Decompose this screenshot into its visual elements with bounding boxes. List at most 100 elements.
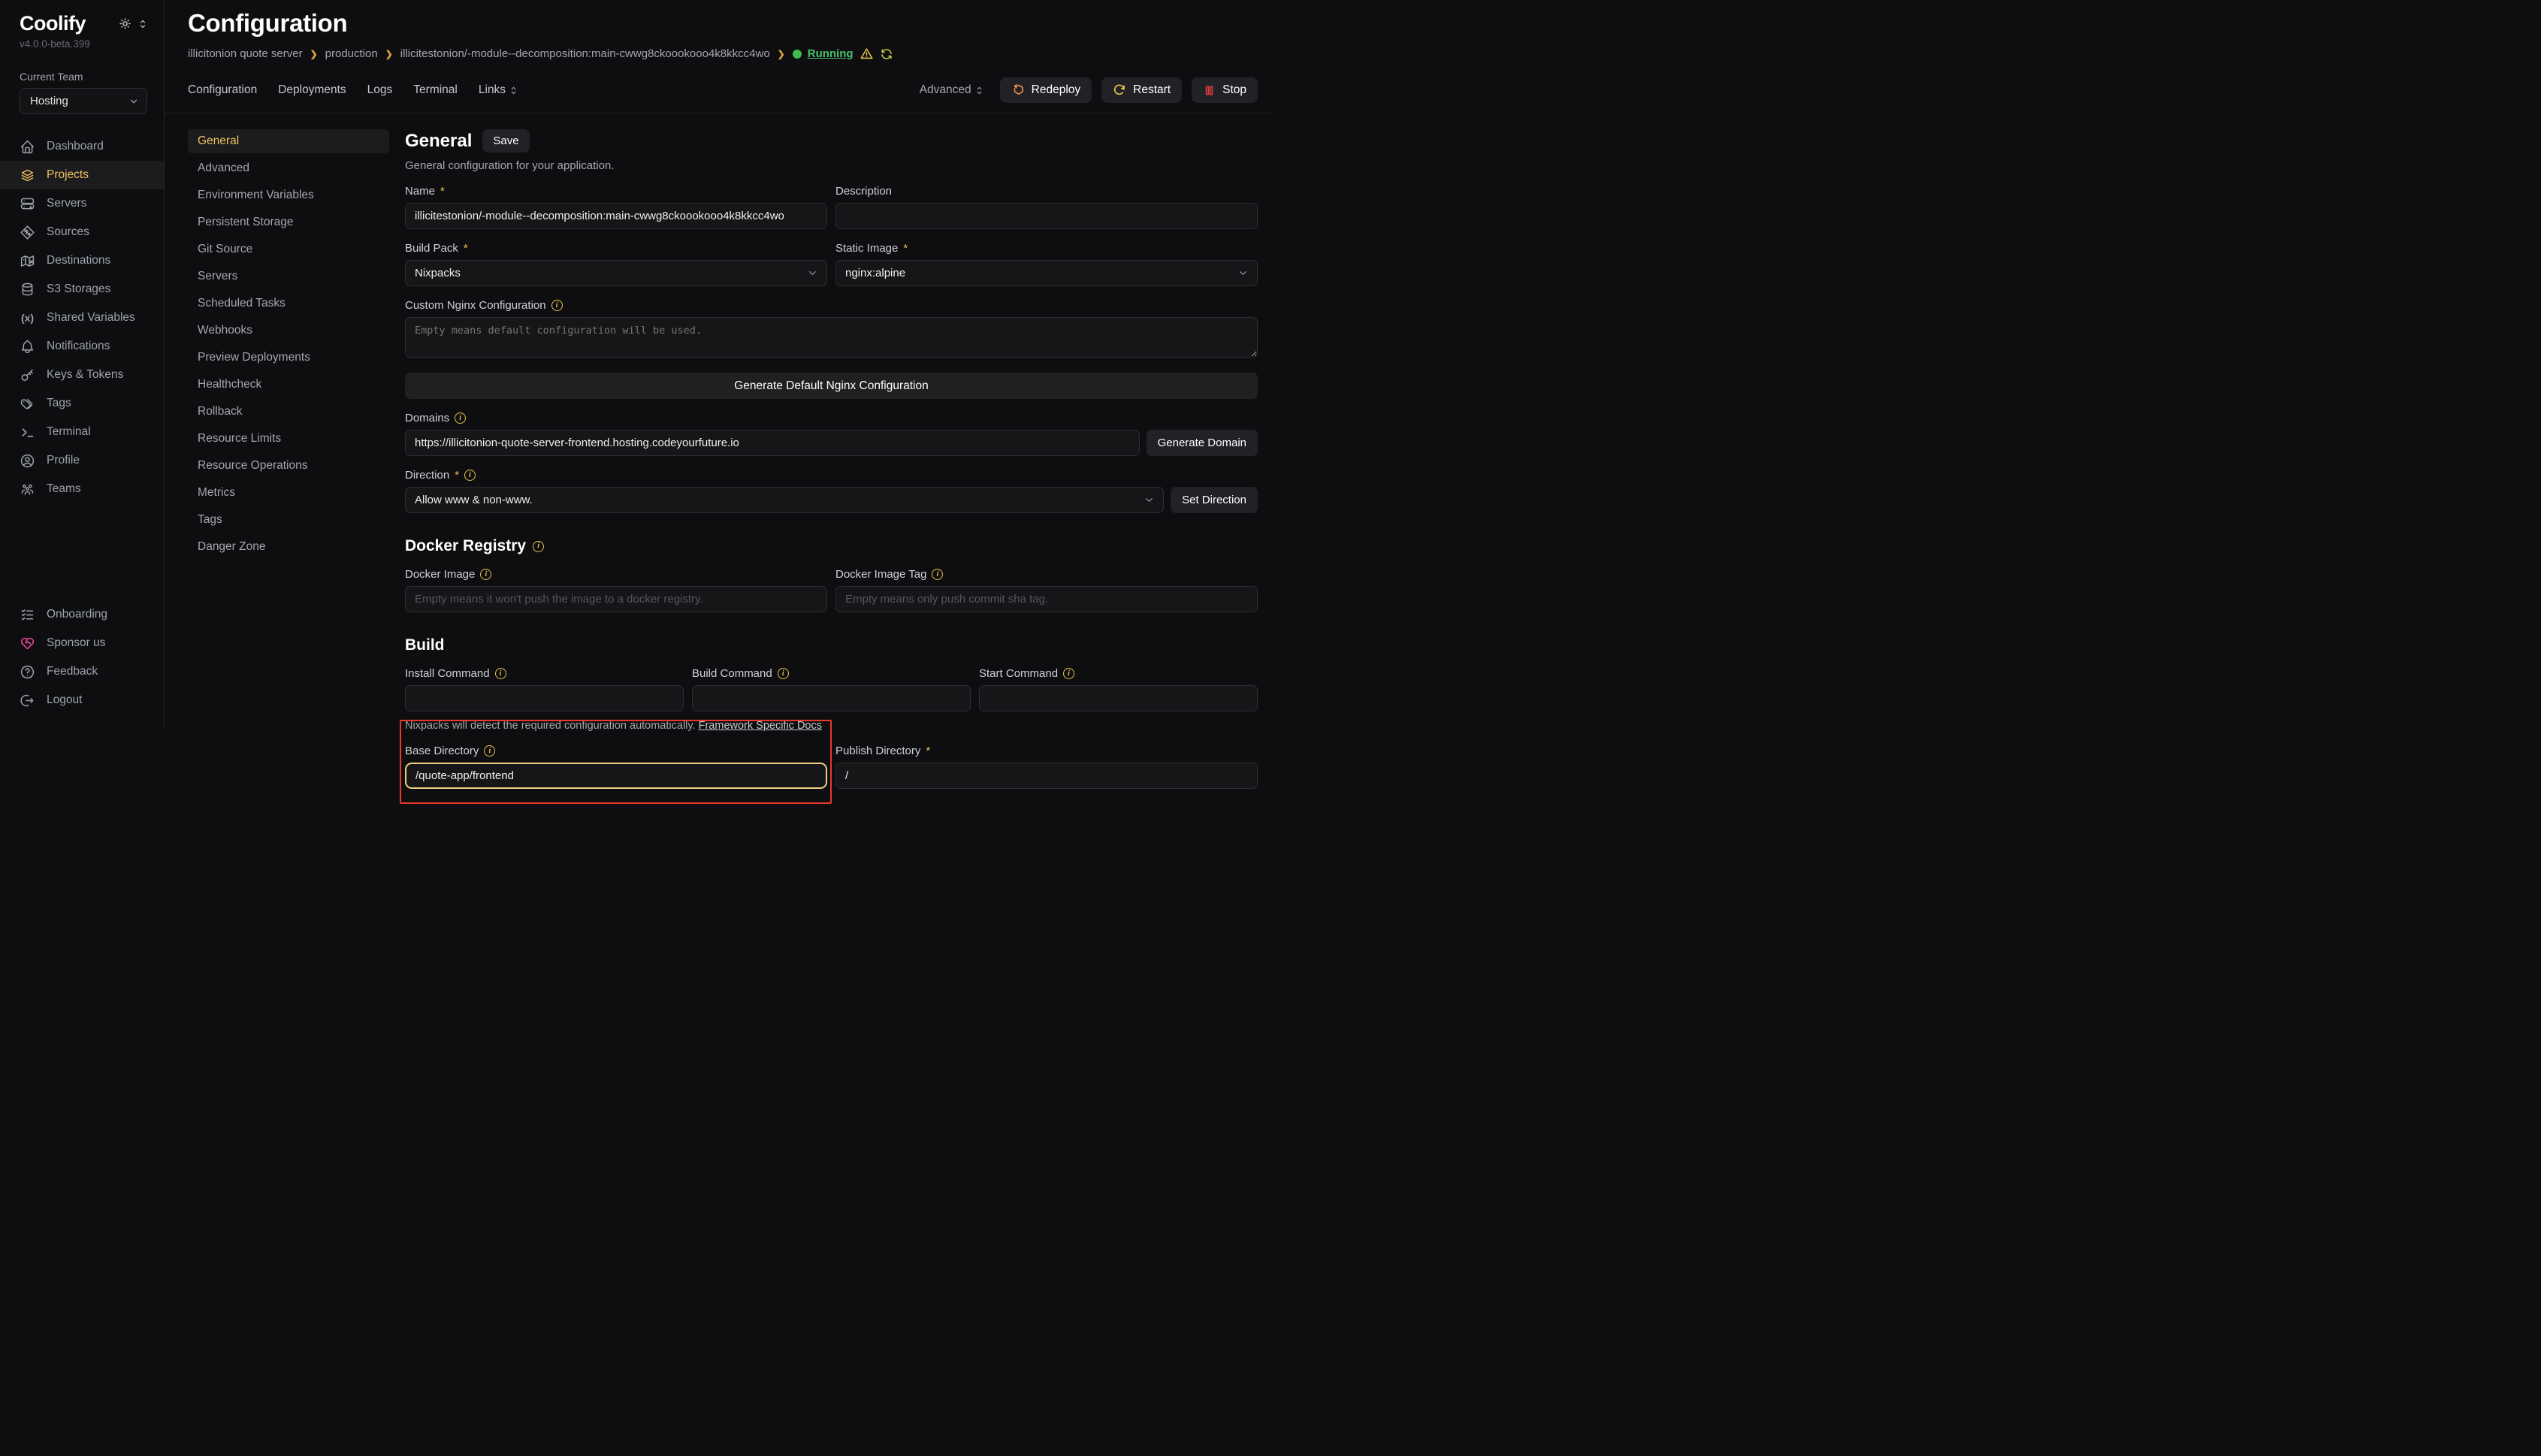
sidebar-item-projects[interactable]: Projects: [0, 161, 164, 189]
pause-icon: [1203, 84, 1216, 97]
info-icon: i: [778, 668, 789, 679]
custom-nginx-textarea[interactable]: [405, 317, 1258, 358]
tab-terminal[interactable]: Terminal: [413, 83, 458, 97]
required-asterisk: *: [455, 469, 459, 482]
sidebar-item-sources[interactable]: Sources: [0, 218, 164, 246]
subnav-preview-deployments[interactable]: Preview Deployments: [188, 346, 389, 370]
set-direction-button[interactable]: Set Direction: [1171, 487, 1258, 513]
stop-button[interactable]: Stop: [1192, 77, 1258, 103]
breadcrumb-separator-icon: ❯: [385, 49, 393, 59]
save-button[interactable]: Save: [482, 129, 529, 153]
name-input[interactable]: [405, 203, 827, 229]
docker-registry-title: Docker Registryi: [405, 537, 1258, 555]
sidebar-item-notifications[interactable]: Notifications: [0, 332, 164, 361]
redeploy-icon: [1011, 83, 1025, 97]
sidebar: Coolify v4.0.0-beta.399 Current Team Hos…: [0, 0, 165, 728]
breadcrumb-separator-icon: ❯: [778, 49, 785, 59]
subnav-general[interactable]: General: [188, 129, 389, 153]
chevron-down-icon: [128, 96, 139, 107]
breadcrumb-application[interactable]: illicitestonion/-module--decomposition:m…: [400, 47, 770, 60]
subnav-danger-zone[interactable]: Danger Zone: [188, 535, 389, 559]
subnav-servers[interactable]: Servers: [188, 264, 389, 288]
tab-links[interactable]: Links: [479, 83, 518, 97]
sidebar-item-tags[interactable]: Tags: [0, 389, 164, 418]
sidebar-item-s3-storages[interactable]: S3 Storages: [0, 275, 164, 304]
breadcrumb-project[interactable]: illicitonion quote server: [188, 47, 303, 60]
sidebar-item-onboarding[interactable]: Onboarding: [0, 600, 164, 629]
redeploy-button[interactable]: Redeploy: [1000, 77, 1092, 103]
sidebar-item-terminal[interactable]: Terminal: [0, 418, 164, 446]
section-title-general: General: [405, 131, 472, 152]
subnav-resource-operations[interactable]: Resource Operations: [188, 454, 389, 478]
logout-icon: [20, 693, 35, 708]
checklist-icon: [20, 607, 35, 623]
advanced-dropdown[interactable]: Advanced: [920, 83, 983, 97]
subnav-environment-variables[interactable]: Environment Variables: [188, 183, 389, 207]
required-asterisk: *: [926, 745, 930, 757]
status-dot: [793, 50, 802, 59]
subnav-healthcheck[interactable]: Healthcheck: [188, 373, 389, 397]
help-circle-icon: [20, 664, 35, 680]
tab-logs[interactable]: Logs: [367, 83, 393, 97]
info-icon: i: [551, 300, 563, 311]
theme-selector-chevrons-icon[interactable]: [138, 19, 147, 29]
sidebar-item-servers[interactable]: Servers: [0, 189, 164, 218]
key-icon: [20, 367, 35, 383]
domains-input[interactable]: [405, 430, 1140, 456]
framework-docs-link[interactable]: Framework Specific Docs: [699, 720, 822, 732]
tabs-row: Configuration Deployments Logs Terminal …: [165, 73, 1270, 113]
required-asterisk: *: [903, 242, 908, 255]
theme-toggle-sun-icon[interactable]: [119, 17, 131, 30]
refresh-icon[interactable]: [880, 47, 893, 61]
tab-configuration[interactable]: Configuration: [188, 83, 257, 97]
subnav-metrics[interactable]: Metrics: [188, 481, 389, 505]
install-command-input[interactable]: [405, 685, 684, 711]
publish-directory-input[interactable]: [835, 763, 1258, 789]
subnav-rollback[interactable]: Rollback: [188, 400, 389, 424]
build-pack-select[interactable]: Nixpacks: [405, 260, 827, 286]
sidebar-item-keys-tokens[interactable]: Keys & Tokens: [0, 361, 164, 389]
install-command-label: Install Commandi: [405, 667, 684, 680]
selector-chevrons-icon: [509, 86, 518, 95]
subnav-tags[interactable]: Tags: [188, 508, 389, 532]
docker-image-input[interactable]: [405, 586, 827, 612]
sidebar-item-dashboard[interactable]: Dashboard: [0, 132, 164, 161]
docker-image-tag-input[interactable]: [835, 586, 1258, 612]
build-command-input[interactable]: [692, 685, 971, 711]
custom-nginx-label: Custom Nginx Configurationi: [405, 299, 1258, 312]
subnav-advanced[interactable]: Advanced: [188, 156, 389, 180]
docker-image-label: Docker Imagei: [405, 568, 827, 581]
breadcrumb-separator-icon: ❯: [310, 49, 318, 59]
description-input[interactable]: [835, 203, 1258, 229]
restart-button[interactable]: Restart: [1101, 77, 1182, 103]
base-directory-input[interactable]: [405, 763, 827, 789]
sidebar-item-logout[interactable]: Logout: [0, 686, 164, 714]
build-command-label: Build Commandi: [692, 667, 971, 680]
generate-domain-button[interactable]: Generate Domain: [1147, 430, 1258, 456]
subnav-persistent-storage[interactable]: Persistent Storage: [188, 210, 389, 234]
subnav-resource-limits[interactable]: Resource Limits: [188, 427, 389, 451]
subnav-webhooks[interactable]: Webhooks: [188, 319, 389, 343]
sidebar-item-feedback[interactable]: Feedback: [0, 657, 164, 686]
status-running-link[interactable]: Running: [808, 47, 854, 60]
user-circle-icon: [20, 453, 35, 469]
selector-chevrons-icon: [975, 86, 983, 95]
sidebar-item-profile[interactable]: Profile: [0, 446, 164, 475]
sidebar-item-teams[interactable]: Teams: [0, 475, 164, 503]
chevron-down-icon: [807, 267, 818, 279]
static-image-select[interactable]: nginx:alpine: [835, 260, 1258, 286]
generate-nginx-button[interactable]: Generate Default Nginx Configuration: [405, 373, 1258, 399]
sidebar-item-sponsor-us[interactable]: Sponsor us: [0, 629, 164, 657]
subnav-scheduled-tasks[interactable]: Scheduled Tasks: [188, 292, 389, 316]
sidebar-item-destinations[interactable]: Destinations: [0, 246, 164, 275]
breadcrumb: illicitonion quote server ❯ production ❯…: [188, 47, 1258, 61]
settings-subnav: General Advanced Environment Variables P…: [188, 129, 389, 728]
tab-deployments[interactable]: Deployments: [278, 83, 346, 97]
sidebar-item-shared-variables[interactable]: (x) Shared Variables: [0, 304, 164, 332]
direction-select[interactable]: Allow www & non-www.: [405, 487, 1164, 513]
breadcrumb-environment[interactable]: production: [325, 47, 378, 60]
team-select[interactable]: Hosting: [20, 88, 147, 114]
page-title: Configuration: [188, 9, 1258, 38]
start-command-input[interactable]: [979, 685, 1258, 711]
subnav-git-source[interactable]: Git Source: [188, 237, 389, 261]
